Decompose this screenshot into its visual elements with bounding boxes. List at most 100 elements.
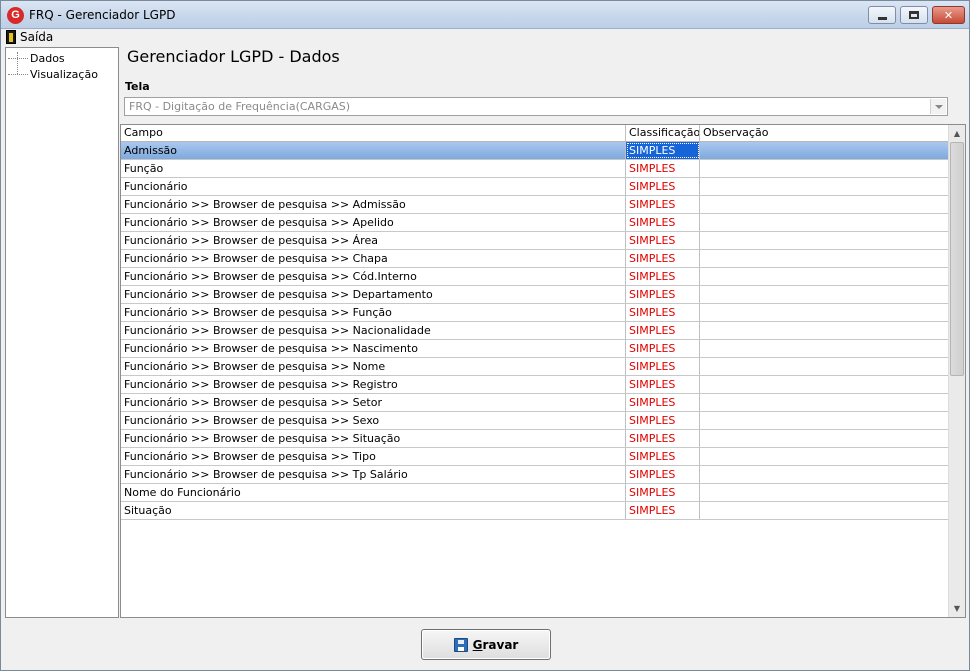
table-row[interactable]: Funcionário >> Browser de pesquisa >> Tp… — [121, 466, 949, 484]
table-row[interactable]: Funcionário >> Browser de pesquisa >> Se… — [121, 394, 949, 412]
table-row[interactable]: Funcionário >> Browser de pesquisa >> Ár… — [121, 232, 949, 250]
menu-item-exit[interactable]: Saída — [6, 29, 53, 45]
cell-observacao[interactable] — [700, 358, 949, 375]
cell-classificacao[interactable]: SIMPLES — [626, 466, 700, 483]
cell-observacao[interactable] — [700, 196, 949, 213]
close-button[interactable]: ✕ — [932, 6, 965, 24]
cell-campo[interactable]: Funcionário >> Browser de pesquisa >> Si… — [121, 430, 626, 447]
tela-select[interactable]: FRQ - Digitação de Frequência(CARGAS) — [124, 97, 948, 116]
cell-campo[interactable]: Funcionário >> Browser de pesquisa >> Se… — [121, 394, 626, 411]
cell-campo[interactable]: Funcionário >> Browser de pesquisa >> Fu… — [121, 304, 626, 321]
table-row[interactable]: Funcionário >> Browser de pesquisa >> Na… — [121, 340, 949, 358]
save-button[interactable]: Gravar — [421, 629, 551, 660]
column-header-campo[interactable]: Campo — [121, 125, 626, 142]
table-row[interactable]: Admissão SIMPLES — [121, 142, 949, 160]
cell-campo[interactable]: Funcionário >> Browser de pesquisa >> Có… — [121, 268, 626, 285]
table-row[interactable]: Nome do Funcionário SIMPLES — [121, 484, 949, 502]
cell-observacao[interactable] — [700, 412, 949, 429]
cell-classificacao[interactable]: SIMPLES — [626, 250, 700, 267]
table-row[interactable]: Funcionário >> Browser de pesquisa >> Re… — [121, 376, 949, 394]
cell-classificacao[interactable]: SIMPLES — [626, 448, 700, 465]
cell-campo[interactable]: Funcionário >> Browser de pesquisa >> Na… — [121, 322, 626, 339]
table-row[interactable]: Funcionário >> Browser de pesquisa >> No… — [121, 358, 949, 376]
scroll-up-icon[interactable]: ▲ — [949, 125, 965, 142]
table-row[interactable]: Funcionário >> Browser de pesquisa >> De… — [121, 286, 949, 304]
cell-classificacao[interactable]: SIMPLES — [626, 376, 700, 393]
cell-campo[interactable]: Nome do Funcionário — [121, 484, 626, 501]
cell-observacao[interactable] — [700, 430, 949, 447]
scroll-down-icon[interactable]: ▼ — [949, 600, 965, 617]
cell-campo[interactable]: Funcionário >> Browser de pesquisa >> Ad… — [121, 196, 626, 213]
table-row[interactable]: Função SIMPLES — [121, 160, 949, 178]
cell-observacao[interactable] — [700, 502, 949, 519]
cell-observacao[interactable] — [700, 322, 949, 339]
cell-observacao[interactable] — [700, 286, 949, 303]
cell-classificacao[interactable]: SIMPLES — [626, 160, 700, 177]
cell-classificacao[interactable]: SIMPLES — [626, 232, 700, 249]
table-row[interactable]: Situação SIMPLES — [121, 502, 949, 520]
column-header-observacao[interactable]: Observação — [700, 125, 949, 142]
minimize-button[interactable] — [868, 6, 896, 24]
cell-observacao[interactable] — [700, 268, 949, 285]
table-row[interactable]: Funcionário >> Browser de pesquisa >> Fu… — [121, 304, 949, 322]
cell-observacao[interactable] — [700, 250, 949, 267]
cell-campo[interactable]: Admissão — [121, 142, 626, 159]
cell-observacao[interactable] — [700, 466, 949, 483]
cell-campo[interactable]: Funcionário >> Browser de pesquisa >> De… — [121, 286, 626, 303]
cell-classificacao[interactable]: SIMPLES — [626, 196, 700, 213]
table-row[interactable]: Funcionário >> Browser de pesquisa >> Ch… — [121, 250, 949, 268]
cell-observacao[interactable] — [700, 376, 949, 393]
cell-observacao[interactable] — [700, 484, 949, 501]
cell-campo[interactable]: Situação — [121, 502, 626, 519]
cell-campo[interactable]: Funcionário >> Browser de pesquisa >> Ti… — [121, 448, 626, 465]
cell-classificacao[interactable]: SIMPLES — [626, 178, 700, 195]
cell-campo[interactable]: Funcionário >> Browser de pesquisa >> Ch… — [121, 250, 626, 267]
dropdown-button[interactable] — [930, 99, 946, 114]
cell-observacao[interactable] — [700, 340, 949, 357]
title-bar[interactable]: G FRQ - Gerenciador LGPD ✕ — [1, 1, 969, 29]
cell-campo[interactable]: Funcionário >> Browser de pesquisa >> Na… — [121, 340, 626, 357]
cell-campo[interactable]: Funcionário >> Browser de pesquisa >> Tp… — [121, 466, 626, 483]
table-row[interactable]: Funcionário >> Browser de pesquisa >> Có… — [121, 268, 949, 286]
table-row[interactable]: Funcionário >> Browser de pesquisa >> Ti… — [121, 448, 949, 466]
cell-observacao[interactable] — [700, 178, 949, 195]
cell-campo[interactable]: Função — [121, 160, 626, 177]
cell-classificacao[interactable]: SIMPLES — [626, 502, 700, 519]
cell-classificacao[interactable]: SIMPLES — [626, 484, 700, 501]
cell-classificacao[interactable]: SIMPLES — [626, 340, 700, 357]
table-row[interactable]: Funcionário >> Browser de pesquisa >> Si… — [121, 430, 949, 448]
cell-campo[interactable]: Funcionário >> Browser de pesquisa >> Ap… — [121, 214, 626, 231]
table-row[interactable]: Funcionário >> Browser de pesquisa >> Ad… — [121, 196, 949, 214]
cell-classificacao[interactable]: SIMPLES — [626, 304, 700, 321]
cell-observacao[interactable] — [700, 394, 949, 411]
cell-classificacao[interactable]: SIMPLES — [626, 412, 700, 429]
table-row[interactable]: Funcionário >> Browser de pesquisa >> Se… — [121, 412, 949, 430]
cell-classificacao[interactable]: SIMPLES — [626, 142, 700, 159]
cell-campo[interactable]: Funcionário — [121, 178, 626, 195]
cell-campo[interactable]: Funcionário >> Browser de pesquisa >> Se… — [121, 412, 626, 429]
vertical-scrollbar[interactable]: ▲ ▼ — [948, 125, 965, 617]
cell-observacao[interactable] — [700, 214, 949, 231]
cell-classificacao[interactable]: SIMPLES — [626, 214, 700, 231]
cell-classificacao[interactable]: SIMPLES — [626, 268, 700, 285]
cell-observacao[interactable] — [700, 142, 949, 159]
maximize-button[interactable] — [900, 6, 928, 24]
cell-observacao[interactable] — [700, 304, 949, 321]
scrollbar-thumb[interactable] — [950, 142, 964, 376]
tree-item-dados[interactable]: Dados — [6, 50, 65, 66]
cell-classificacao[interactable]: SIMPLES — [626, 430, 700, 447]
cell-campo[interactable]: Funcionário >> Browser de pesquisa >> Ár… — [121, 232, 626, 249]
cell-observacao[interactable] — [700, 448, 949, 465]
tree-item-visualizacao[interactable]: Visualização — [6, 66, 98, 82]
column-header-classificacao[interactable]: Classificação — [626, 125, 700, 142]
cell-classificacao[interactable]: SIMPLES — [626, 394, 700, 411]
cell-classificacao[interactable]: SIMPLES — [626, 358, 700, 375]
cell-classificacao[interactable]: SIMPLES — [626, 286, 700, 303]
cell-classificacao[interactable]: SIMPLES — [626, 322, 700, 339]
table-row[interactable]: Funcionário SIMPLES — [121, 178, 949, 196]
cell-observacao[interactable] — [700, 160, 949, 177]
cell-observacao[interactable] — [700, 232, 949, 249]
cell-campo[interactable]: Funcionário >> Browser de pesquisa >> Re… — [121, 376, 626, 393]
table-row[interactable]: Funcionário >> Browser de pesquisa >> Na… — [121, 322, 949, 340]
cell-campo[interactable]: Funcionário >> Browser de pesquisa >> No… — [121, 358, 626, 375]
